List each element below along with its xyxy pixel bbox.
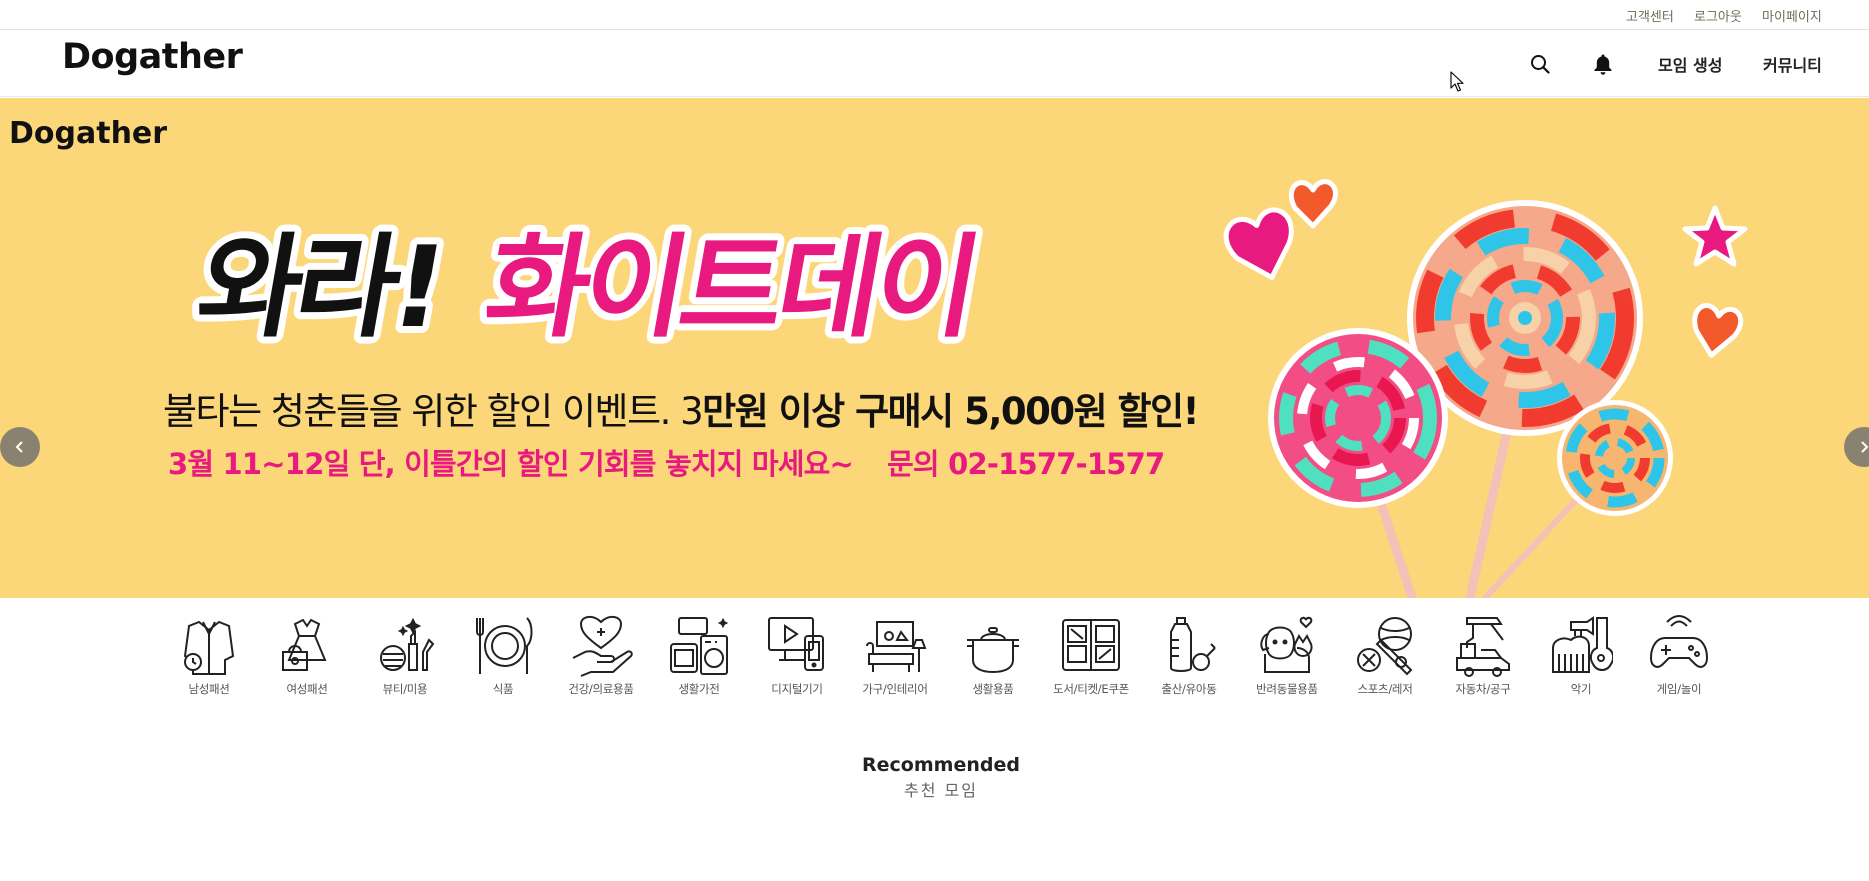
category-label: 도서/티켓/E쿠폰	[1053, 682, 1129, 696]
site-logo[interactable]: Dogather	[62, 37, 243, 77]
category-item[interactable]: 디지털기기	[748, 614, 846, 697]
category-item[interactable]: 건강/의료용품	[552, 614, 650, 697]
health-icon	[572, 616, 633, 677]
banner-notice: 3월 11~12일 단, 이틀간의 할인 기회를 놓치지 마세요~ 문의 02-1…	[168, 441, 1165, 483]
category-item[interactable]: 출산/유아동	[1140, 614, 1238, 697]
category-item[interactable]: 자동차/공구	[1434, 614, 1532, 697]
mouse-cursor-icon	[1450, 71, 1464, 97]
community-link[interactable]: 커뮤니티	[1763, 52, 1822, 76]
banner-subline: 불타는 청춘들을 위한 할인 이벤트. 3만원 이상 구매시 5,000원 할인…	[163, 381, 1200, 435]
category-item[interactable]: 생활용품	[944, 614, 1042, 697]
category-item[interactable]: 남성패션	[160, 614, 258, 697]
mypage-link[interactable]: 마이페이지	[1762, 6, 1822, 25]
category-label: 생활용품	[972, 682, 1014, 696]
category-item[interactable]: 악기	[1532, 614, 1630, 697]
bell-icon[interactable]	[1591, 52, 1615, 76]
appliance-icon	[670, 617, 729, 675]
chevron-right-icon	[1861, 441, 1869, 453]
subline-bold: 만원 이상 구매시 5,000원 할인!	[702, 390, 1199, 433]
category-label: 여성패션	[286, 682, 328, 696]
search-icon[interactable]	[1528, 52, 1552, 76]
category-label: 가구/인테리어	[862, 682, 928, 696]
lollipop-illustration	[1223, 179, 1748, 598]
category-item[interactable]: 가구/인테리어	[846, 614, 944, 697]
chevron-left-icon	[15, 441, 23, 453]
category-item[interactable]: 뷰티/미용	[356, 614, 454, 697]
category-label: 식품	[492, 682, 514, 696]
food-icon	[476, 617, 533, 674]
category-label: 자동차/공구	[1455, 682, 1511, 696]
category-label: 출산/유아동	[1161, 682, 1217, 696]
category-label: 게임/놀이	[1656, 682, 1702, 696]
pet-icon	[1260, 616, 1313, 673]
subline-normal: 불타는 청춘들을 위한 할인 이벤트. 3	[163, 390, 704, 433]
category-item[interactable]: 생활가전	[650, 614, 748, 697]
category-item[interactable]: 도서/티켓/E쿠폰	[1042, 614, 1140, 697]
recommended-section: Recommended 추천 모임	[0, 754, 1869, 801]
utility-bar: 고객센터 로그아웃 마이페이지	[0, 0, 1869, 30]
mens-fashion-icon	[183, 620, 235, 675]
headline-black-text: 와라!	[188, 222, 450, 353]
category-list: 남성패션 여성패션 뷰티/미용 식품 건강/의료용품 생활가전 디지털기기 가구…	[160, 614, 1720, 704]
furniture-icon	[866, 621, 927, 672]
create-group-link[interactable]: 모임 생성	[1658, 52, 1722, 76]
digital-device-icon	[768, 617, 824, 671]
contact-text: 문의 02-1577-1577	[887, 447, 1165, 481]
customer-center-link[interactable]: 고객센터	[1626, 6, 1674, 25]
main-header: Dogather 모임 생성 커뮤니티	[0, 31, 1869, 97]
instrument-icon	[1552, 616, 1613, 673]
category-item[interactable]: 식품	[454, 614, 552, 697]
recommended-subtitle: 추천 모임	[904, 781, 978, 800]
womens-fashion-icon	[282, 618, 327, 671]
category-item[interactable]: 여성패션	[258, 614, 356, 697]
headline-pink-text: 화이트데이	[476, 222, 984, 353]
category-label: 뷰티/미용	[382, 682, 428, 696]
baby-icon	[1170, 617, 1216, 672]
category-label: 생활가전	[678, 682, 720, 696]
category-item[interactable]: 게임/놀이	[1630, 614, 1728, 697]
game-icon	[1649, 615, 1709, 668]
category-item[interactable]: 반려동물용품	[1238, 614, 1336, 697]
banner-brand: Dogather	[9, 116, 168, 151]
notice-text: 3월 11~12일 단, 이틀간의 할인 기회를 놓치지 마세요~	[168, 447, 854, 481]
category-label: 반려동물용품	[1256, 682, 1318, 696]
promo-banner[interactable]: Dogather 와라! 화이트데이 불타는 청춘들을 위한 할인 이벤트. 3…	[0, 98, 1869, 598]
beauty-icon	[380, 617, 435, 671]
category-label: 건강/의료용품	[568, 682, 634, 696]
sports-icon	[1357, 617, 1413, 676]
banner-next-button[interactable]	[1844, 427, 1869, 467]
banner-prev-button[interactable]	[0, 427, 40, 467]
category-item[interactable]: 스포츠/레저	[1336, 614, 1434, 697]
car-tools-icon	[1456, 617, 1510, 677]
category-label: 스포츠/레저	[1357, 682, 1413, 696]
category-label: 악기	[1570, 682, 1592, 696]
category-label: 디지털기기	[771, 682, 823, 696]
banner-headline: 와라! 화이트데이	[181, 215, 1092, 360]
book-ticket-icon	[1062, 619, 1120, 671]
household-icon	[967, 627, 1019, 674]
logout-link[interactable]: 로그아웃	[1694, 6, 1742, 25]
category-label: 남성패션	[188, 682, 230, 696]
recommended-title: Recommended	[862, 754, 1020, 776]
